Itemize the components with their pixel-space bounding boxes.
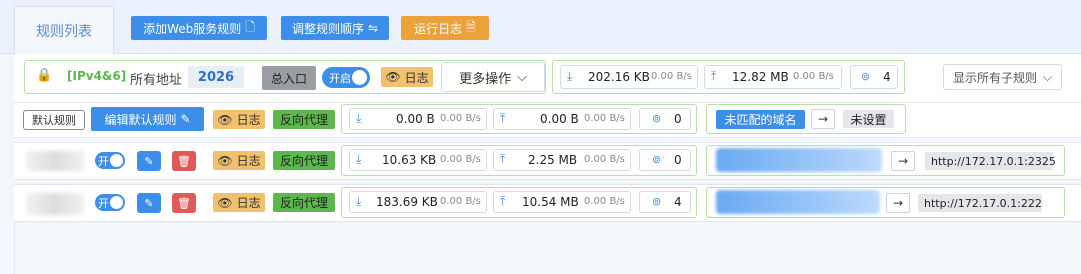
link-icon: ⊚ <box>652 112 662 125</box>
link-icon: ⊚ <box>652 153 662 166</box>
redacted-name <box>26 151 84 171</box>
add-web-rule-button[interactable]: 添加Web服务规则 🗋 <box>131 16 267 40</box>
run-log-button[interactable]: 运行日志 🗎 <box>401 16 489 40</box>
swap-icon: ⇋ <box>367 21 379 35</box>
tab-rules-list[interactable]: 规则列表 <box>14 6 114 54</box>
link-icon: ⊚ <box>652 195 662 208</box>
default-rule-label: 默认规则 <box>23 110 85 130</box>
main-upload-box: ⤒ 12.82 MB 0.00 B/s <box>704 65 842 89</box>
empty-area <box>14 222 1081 274</box>
eye-icon: 👁 <box>217 112 233 127</box>
edit-icon[interactable]: ✎ <box>137 193 161 213</box>
default-log-button[interactable]: 👁 日志 <box>213 110 265 129</box>
main-connections-box: ⊚ 4 <box>850 65 898 89</box>
document-icon: 🗎 <box>466 19 476 34</box>
arrow-right-icon: → <box>811 109 835 129</box>
main-log-button[interactable]: 👁 日志 <box>381 67 433 87</box>
adjust-order-button[interactable]: 调整规则顺序 ⇋ <box>281 16 389 40</box>
chevron-down-icon: ⌵ <box>1042 69 1053 84</box>
edit-default-rule-button[interactable]: 编辑默认规则 ✎ <box>91 107 204 131</box>
default-target: 未设置 <box>843 110 894 128</box>
eye-icon: 👁 <box>217 195 233 210</box>
rule-2-proxy-badge: 反向代理 <box>273 193 335 212</box>
show-sub-rules-dropdown[interactable]: 显示所有子规则 ⌵ <box>943 64 1062 90</box>
download-icon: ⤓ <box>356 152 362 166</box>
edit-icon[interactable]: ✎ <box>137 151 161 171</box>
link-icon: ⊚ <box>861 70 871 83</box>
arrow-right-icon: → <box>886 193 910 213</box>
unmatched-domain-badge: 未匹配的域名 <box>716 110 805 129</box>
rule-1-log-button[interactable]: 👁 日志 <box>213 151 265 170</box>
delete-icon[interactable]: 🗑 <box>172 193 196 213</box>
upload-icon: ⤒ <box>500 152 506 166</box>
default-connections-box: ⊚ 0 <box>639 108 691 130</box>
edit-icon: ✎ <box>180 112 191 126</box>
default-download-box: ⤓ 0.00 B 0.00 B/s <box>349 108 487 130</box>
main-entry-toggle[interactable]: 开启 <box>322 67 370 88</box>
download-icon: ⤓ <box>356 111 362 125</box>
tab-bar: 规则列表 添加Web服务规则 🗋 调整规则顺序 ⇋ 运行日志 🗎 <box>0 0 1081 54</box>
upload-icon: ⤒ <box>500 111 506 125</box>
delete-icon[interactable]: 🗑 <box>172 151 196 171</box>
toggle-knob <box>110 196 123 209</box>
lock-icon: 🔒 <box>36 68 53 83</box>
rule-1-toggle[interactable]: 开 <box>95 152 125 169</box>
eye-icon: 👁 <box>217 153 233 168</box>
arrow-right-icon: → <box>891 151 915 171</box>
toggle-knob <box>110 154 123 167</box>
main-entry-badge: 总入口 <box>262 66 316 90</box>
rule-2-log-button[interactable]: 👁 日志 <box>213 193 265 212</box>
main-download-box: ⤓ 202.16 KB 0.00 B/s <box>560 65 698 89</box>
rule-1-upload-box: ⤒ 2.25 MB 0.00 B/s <box>493 149 631 171</box>
address-label: 所有地址 <box>130 73 183 88</box>
toggle-knob <box>352 70 367 85</box>
rule-1-connections-box: ⊚ 0 <box>639 149 691 171</box>
rule-2-download-box: ⤓ 183.69 KB 0.00 B/s <box>349 191 487 213</box>
download-icon: ⤓ <box>567 69 573 83</box>
upload-icon: ⤒ <box>711 69 717 83</box>
port-badge: 2026 <box>188 66 244 88</box>
redacted-domain <box>716 148 882 172</box>
more-ops-dropdown[interactable]: 更多操作 ⌵ <box>441 62 545 92</box>
protocol-label: [IPv4&6] <box>67 69 127 83</box>
document-icon: 🗋 <box>245 19 255 34</box>
rule-2-target: http://172.17.0.1:222 <box>918 194 1042 212</box>
rule-2-upload-box: ⤒ 10.54 MB 0.00 B/s <box>493 191 631 213</box>
upload-icon: ⤒ <box>500 194 506 208</box>
rule-2-connections-box: ⊚ 4 <box>639 191 691 213</box>
eye-icon: 👁 <box>385 70 401 84</box>
rule-2-toggle[interactable]: 开 <box>95 194 125 211</box>
chevron-down-icon: ⌵ <box>517 69 527 85</box>
default-upload-box: ⤒ 0.00 B 0.00 B/s <box>493 108 631 130</box>
redacted-name <box>26 193 84 215</box>
rule-1-target: http://172.17.0.1:2325 <box>925 152 1056 170</box>
rule-1-proxy-badge: 反向代理 <box>273 151 335 170</box>
rule-1-download-box: ⤓ 10.63 KB 0.00 B/s <box>349 149 487 171</box>
download-icon: ⤓ <box>356 194 362 208</box>
default-proxy-badge: 反向代理 <box>273 110 335 129</box>
redacted-domain <box>716 190 880 214</box>
